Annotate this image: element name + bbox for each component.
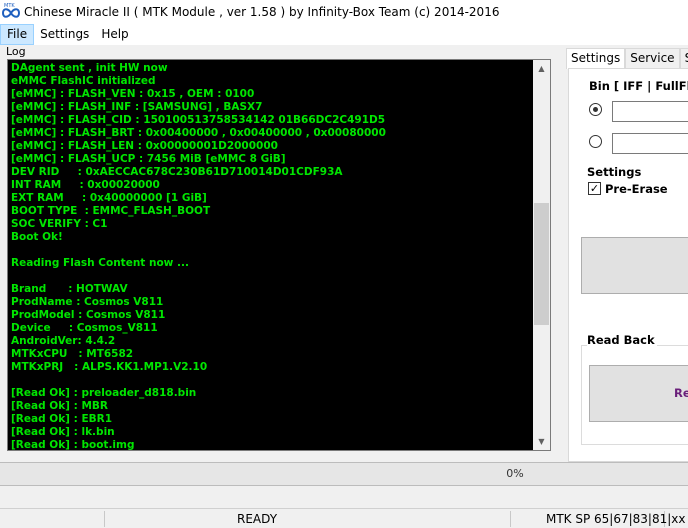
log-line: Brand : HOTWAV (11, 283, 128, 295)
bin-radio-2[interactable] (589, 135, 602, 148)
bin-path-input-2[interactable] (612, 133, 688, 154)
log-line: SOC VERIFY : C1 (11, 218, 108, 230)
log-line: [Read Ok] : MBR (11, 400, 109, 412)
status-divider (104, 511, 105, 527)
log-line: [Read Ok] : EBR1 (11, 413, 113, 425)
bin-radio-1[interactable] (589, 103, 602, 116)
log-line: INT RAM : 0x00020000 (11, 179, 160, 191)
log-line: [eMMC] : FLASH_BRT : 0x00400000 , 0x0040… (11, 127, 386, 139)
scroll-down-arrow-icon[interactable]: ▼ (533, 433, 550, 450)
pre-erase-checkbox[interactable]: ✓ (588, 182, 601, 195)
bin-path-input-1[interactable] (612, 101, 688, 122)
settings-tab-page: Bin [ IFF | FullFlas Settings ✓ Pre-Eras… (568, 68, 688, 462)
menu-settings[interactable]: Settings (34, 24, 95, 45)
progress-bar: 0% (0, 462, 688, 486)
log-scrollbar[interactable]: ▲ ▼ (533, 60, 550, 450)
log-line: MTKxCPU : MT6582 (11, 348, 134, 360)
log-line: [eMMC] : FLASH_LEN : 0x00000001D2000000 (11, 140, 278, 152)
log-line: ProdModel : Cosmos V811 (11, 309, 166, 321)
menu-file[interactable]: File (0, 24, 35, 45)
read-back-title: Read Back (587, 333, 657, 347)
menu-help[interactable]: Help (95, 24, 134, 45)
tab-strip: Settings Service Se (566, 48, 688, 69)
log-line: [eMMC] : FLASH_INF : [SAMSUNG] , BASX7 (11, 101, 263, 113)
tab-settings[interactable]: Settings (566, 48, 626, 69)
log-line: MTKxPRJ : ALPS.KK1.MP1.V2.10 (11, 361, 208, 373)
read-back-button[interactable]: Re (589, 365, 688, 422)
log-line: ProdName : Cosmos V811 (11, 296, 164, 308)
log-group: Log DAgent sent , init HW now eMMC FlashI… (0, 45, 560, 460)
log-line: BOOT TYPE : EMMC_FLASH_BOOT (11, 205, 211, 217)
log-lines: DAgent sent , init HW now eMMC FlashIC in… (11, 62, 531, 451)
action-button[interactable] (581, 237, 688, 294)
title-bar: MTK Chinese Miracle II ( MTK Module , ve… (0, 0, 688, 24)
status-bar-top (0, 487, 688, 509)
status-divider (510, 511, 511, 527)
infinity-icon: MTK (2, 3, 20, 20)
settings-group-title: Settings (587, 165, 644, 179)
menu-bar: File Settings Help (0, 24, 688, 45)
log-label: Log (6, 45, 26, 58)
log-line: DAgent sent , init HW now (11, 62, 168, 74)
log-line: DEV RID : 0xAECCAC678C230B61D710014D01CD… (11, 166, 343, 178)
tab-se[interactable]: Se (679, 48, 688, 68)
status-mtk-info: MTK SP 65|67|83|81|xx (546, 512, 686, 526)
scroll-up-arrow-icon[interactable]: ▲ (533, 60, 550, 77)
scroll-thumb[interactable] (534, 203, 549, 325)
log-line: Device : Cosmos_V811 (11, 322, 158, 334)
log-line: EXT RAM : 0x40000000 [1 GiB] (11, 192, 207, 204)
tab-service[interactable]: Service (625, 48, 680, 68)
progress-text: 0% (506, 467, 524, 480)
log-line: [Read Ok] : boot.img (11, 439, 135, 451)
status-bar: READY MTK SP 65|67|83|81|xx (0, 509, 688, 528)
read-back-button-label: Re (674, 386, 688, 400)
log-line: Reading Flash Content now ... (11, 257, 189, 269)
right-panel: Settings Service Se Bin [ IFF | FullFlas… (566, 48, 688, 462)
log-output[interactable]: DAgent sent , init HW now eMMC FlashIC in… (7, 59, 551, 451)
status-ready: READY (237, 512, 278, 526)
log-line: AndroidVer: 4.4.2 (11, 335, 116, 347)
log-line: Boot Ok! (11, 231, 63, 243)
log-line: [eMMC] : FLASH_CID : 150100513758534142 … (11, 114, 386, 126)
log-line: eMMC FlashIC initialized (11, 75, 156, 87)
log-line: [eMMC] : FLASH_VEN : 0x15 , OEM : 0100 (11, 88, 255, 100)
log-line: [Read Ok] : lk.bin (11, 426, 115, 438)
window-title: Chinese Miracle II ( MTK Module , ver 1.… (24, 5, 500, 19)
bin-label: Bin [ IFF | FullFlas (589, 79, 688, 93)
log-line: [Read Ok] : preloader_d818.bin (11, 387, 197, 399)
pre-erase-label: Pre-Erase (605, 182, 668, 196)
log-line: [eMMC] : FLASH_UCP : 7456 MiB [eMMC 8 Gi… (11, 153, 286, 165)
